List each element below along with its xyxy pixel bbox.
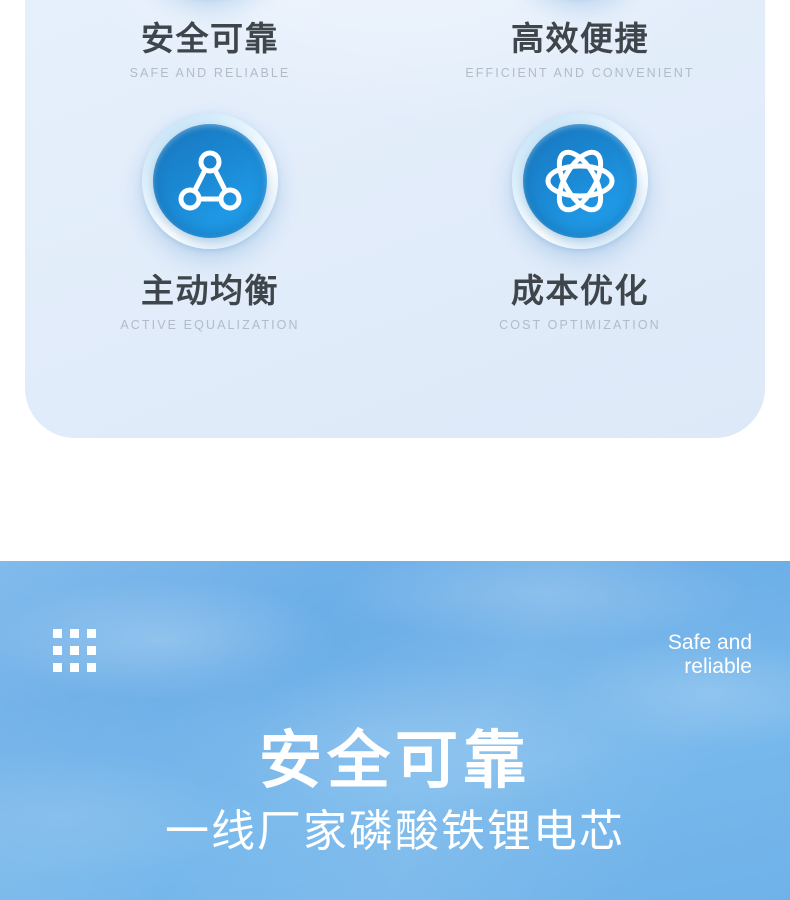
banner-tagline-line-1: Safe and (667, 631, 752, 654)
grid-dot (53, 646, 62, 655)
grid-dot (70, 629, 79, 638)
atom-orbit-icon (523, 124, 637, 238)
feature-subtitle: COST OPTIMIZATION (499, 317, 661, 332)
feature-subtitle: SAFE AND RELIABLE (129, 65, 291, 80)
feature-icon-badge (512, 113, 648, 249)
feature-title: 主动均衡 (141, 272, 279, 309)
feature-title: 安全可靠 (141, 19, 279, 57)
nine-dot-grid-icon (53, 629, 97, 672)
feature-card: 安全可靠 SAFE AND RELIABLE 高效便捷 EFFICIENT AN… (25, 0, 765, 438)
banner-subtitle: 一线厂家磷酸铁锂电芯 (165, 807, 625, 856)
grid-dot (87, 663, 96, 672)
feature-subtitle: EFFICIENT AND CONVENIENT (465, 65, 695, 80)
feature-cell-efficient-and-convenient: 高效便捷 EFFICIENT AND CONVENIENT (395, 0, 765, 89)
feature-title: 高效便捷 (511, 19, 649, 57)
banner-title: 安全可靠 (259, 726, 531, 796)
banner-tagline-line-2: reliable (684, 654, 752, 678)
feature-cell-safe-and-reliable: 安全可靠 SAFE AND RELIABLE (25, 0, 395, 89)
banner-tagline: Safe and reliable (562, 631, 752, 678)
grid-dot (70, 663, 79, 672)
grid-dot (53, 629, 62, 638)
feature-subtitle: ACTIVE EQUALIZATION (120, 317, 300, 332)
feature-cell-active-equalization: 主动均衡 ACTIVE EQUALIZATION (25, 89, 395, 438)
feature-title: 成本优化 (511, 272, 649, 309)
product-feature-page: 安全可靠 SAFE AND RELIABLE 高效便捷 EFFICIENT AN… (0, 0, 790, 900)
grid-dot (87, 646, 96, 655)
grid-dot (87, 629, 96, 638)
triangle-nodes-icon (153, 124, 267, 238)
feature-icon-badge (142, 113, 278, 249)
feature-grid: 安全可靠 SAFE AND RELIABLE 高效便捷 EFFICIENT AN… (25, 0, 765, 438)
grid-dot (70, 646, 79, 655)
feature-cell-cost-optimization: 成本优化 COST OPTIMIZATION (395, 89, 765, 438)
grid-dot (53, 663, 62, 672)
